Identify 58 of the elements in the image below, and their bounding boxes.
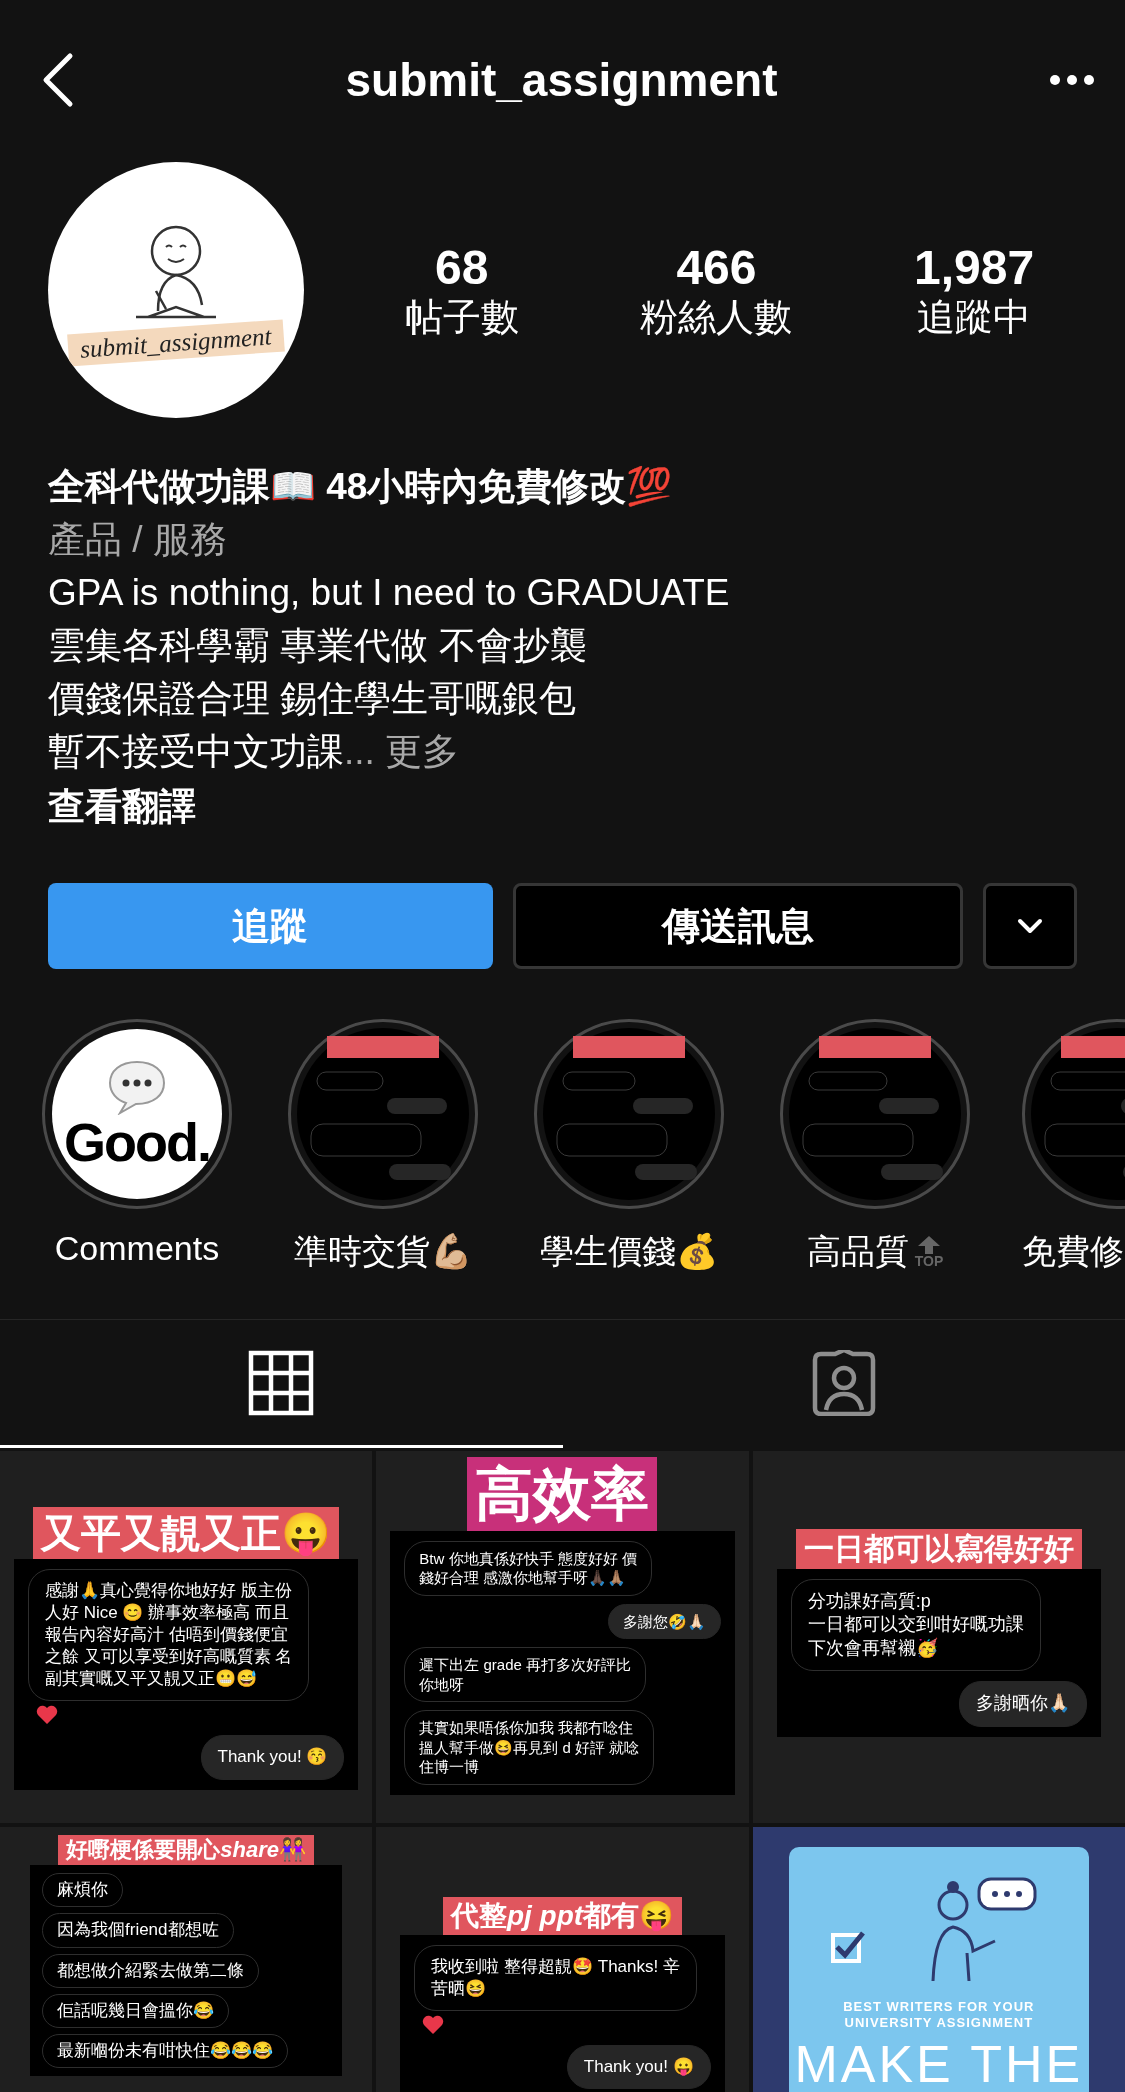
ellipsis: ... — [344, 731, 375, 772]
story-highlight[interactable] — [780, 1019, 970, 1209]
top-badge-text: TOP — [914, 1254, 944, 1268]
story-highlight[interactable] — [534, 1019, 724, 1209]
bio-line: 價錢保證合理 錫住學生哥嘅銀包 — [48, 677, 578, 721]
profile-name: 全科代做功課📖 48小時內免費修改💯 — [48, 465, 674, 509]
post-thumbnail[interactable]: 又平又靚又正😛 感謝🙏真心覺得你地好好 版主份 人好 Nice 😊 辦事效率極高 而且 報告內容好高汁 估唔到價錢便宜 之餘 又可以享受到好高嘅質素 名 副其實嘅又平又靚又正😬😅 Thank you! 😚 — [0, 1451, 373, 1823]
see-translation-link[interactable]: 查看翻譯 — [48, 780, 1077, 833]
more-link[interactable]: 更多 — [385, 731, 460, 772]
cover-text: Good. — [64, 1115, 210, 1169]
stat-count: 1,987 — [914, 239, 1035, 295]
sent-message-bubble: Thank you! 😚 — [200, 1735, 345, 1780]
stat-label: 帖子數 — [404, 294, 519, 340]
story-highlight[interactable] — [288, 1019, 478, 1209]
bio-line: GPA is nothing, but I need to GRADUATE — [48, 571, 731, 615]
stat-count: 466 — [676, 239, 757, 295]
profile-category: 產品 / 服務 — [48, 518, 228, 562]
post-banner: 代整pj ppt都有😝 — [442, 1897, 683, 1935]
highlight-label: 高品質 — [806, 1231, 909, 1272]
highlight-label: 免費修 — [1022, 1231, 1124, 1272]
post-thumbnail[interactable]: 好嘢梗係要開心share👭 麻煩你 因為我個friend都想咗 都想做介紹緊去做第二條 佢話呢幾日會搵你😂 最新嗰份未有咁快住😂😂😂 — [0, 1827, 373, 2092]
chevron-down-icon — [1017, 918, 1043, 934]
speech-bubble-icon — [106, 1059, 168, 1115]
received-message-bubble: 遲下出左 grade 再打多次好評比 你地呀 — [404, 1647, 647, 1703]
post-thumbnail[interactable]: 一日都可以寫得好好 分功課好高質:p 一日都可以交到咁好嘅功課 下次會再幫襯🥳 多謝晒你🙏🏻 — [752, 1451, 1125, 1823]
received-message-bubble: 其實如果唔係你加我 我都冇唸住 搵人幫手做😆再見到 d 好評 就唸 住博一博 — [404, 1710, 655, 1785]
highlight-label: Comments — [54, 1229, 220, 1268]
received-message-bubble: 我收到啦 整得超靚🤩 Thanks! 辛 苦晒😆 — [414, 1944, 697, 2011]
up-arrow-icon — [918, 1236, 940, 1254]
avatar-logo-text: submit_assignment — [67, 319, 285, 367]
poster-headline: MAKE THE — [794, 2036, 1084, 2092]
post-banner: 又平又靚又正😛 — [33, 1507, 340, 1559]
highlight-label: 準時交貨💪🏼 — [294, 1231, 472, 1272]
poster-subtitle: BEST WRITERS FOR YOUR UNIVERSITY ASSIGNMENT — [842, 1999, 1036, 2031]
post-banner: 一日都可以寫得好好 — [795, 1529, 1082, 1569]
stat-label: 追蹤中 — [917, 294, 1032, 340]
highlight-label: 學生價錢💰 — [540, 1231, 718, 1272]
story-highlight[interactable]: Good. — [42, 1019, 232, 1209]
sent-message-bubble: 多謝晒你🙏🏻 — [959, 1681, 1087, 1727]
heart-reaction-icon — [36, 1705, 58, 1726]
grid-icon — [248, 1349, 315, 1416]
bio-line: 雲集各科學霸 專業代做 不會抄襲 — [48, 624, 588, 668]
sent-message-bubble: Thank you! 😛 — [566, 2044, 711, 2089]
post-thumbnail[interactable]: 高效率 Btw 你地真係好快手 態度好好 價 錢好合理 感激你地幫手呀🙏🏿🙏🏽 多謝您🤣🙏🏻 遲下出左 grade 再打多次好評比 你地呀 其實如果唔係你加我 我都冇唸住 搵人幫手做😆再見到 d 好評 就唸 住博一博 — [376, 1451, 749, 1823]
post-banner: 好嘢梗係要開心share👭 — [58, 1835, 314, 1866]
received-message-bubble: 感謝🙏真心覺得你地好好 版主份 人好 Nice 😊 辦事效率極高 而且 報告內容好高汁 估唔到價錢便宜 之餘 又可以享受到好高嘅質素 名 副其實嘅又平又靚又正😬😅 — [28, 1569, 310, 1702]
heart-reaction-icon — [422, 2014, 445, 2035]
stat-count: 68 — [435, 239, 489, 295]
profile-username: submit_assignment — [345, 53, 778, 107]
bio-line: 暫不接受中文功課 — [48, 731, 344, 772]
message-button[interactable]: 傳送訊息 — [512, 883, 963, 969]
sent-message-bubble: 多謝您🤣🙏🏻 — [607, 1603, 721, 1640]
post-thumbnail[interactable]: 代整pj ppt都有😝 我收到啦 整得超靚🤩 Thanks! 辛 苦晒😆 Thank you! 😛 — [376, 1827, 749, 2092]
post-banner: 高效率 — [467, 1457, 658, 1531]
more-options-icon[interactable] — [1049, 74, 1095, 86]
stat-label: 粉絲人數 — [640, 294, 793, 340]
received-message-bubble: Btw 你地真係好快手 態度好好 價 錢好合理 感激你地幫手呀🙏🏿🙏🏽 — [404, 1540, 652, 1596]
received-message-bubble: 分功課好高質:p 一日都可以交到咁好嘅功課 下次會再幫襯🥳 — [790, 1579, 1041, 1672]
